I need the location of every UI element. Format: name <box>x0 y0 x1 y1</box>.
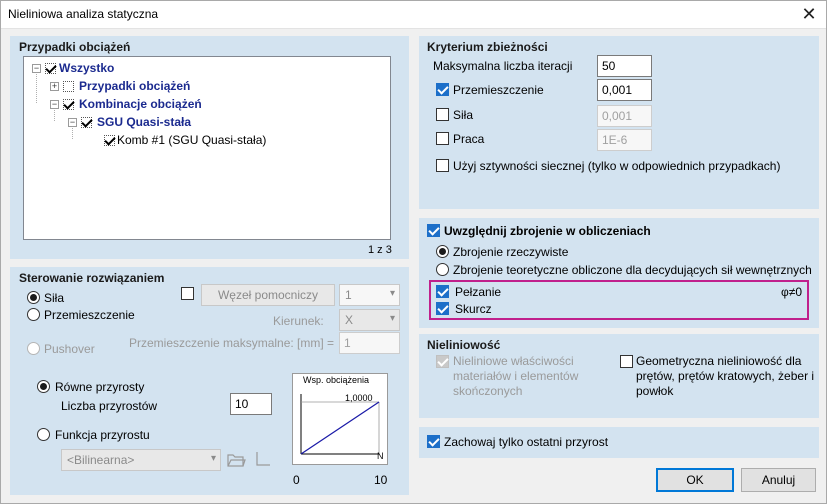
radio-pushover[interactable] <box>27 342 40 355</box>
shrinkage-checkbox[interactable] <box>436 302 449 315</box>
displacement-checkbox[interactable] <box>436 83 449 96</box>
radio-theoretical-reinforcement[interactable] <box>436 263 449 276</box>
nonlinearity-title: Nieliniowość <box>427 338 501 352</box>
collapse-icon[interactable]: − <box>32 64 41 73</box>
tree-checkbox-all[interactable] <box>45 63 56 74</box>
load-cases-title: Przypadki obciążeń <box>19 40 131 54</box>
creep-label: Pełzanie <box>455 285 502 299</box>
window-title: Nieliniowa analiza statyczna <box>8 7 159 21</box>
tree-node-cases: Przypadki obciążeń <box>79 79 191 93</box>
radio-displacement-label: Przemieszczenie <box>44 308 135 322</box>
dialog-window: Nieliniowa analiza statyczna ✕ Przypadki… <box>0 0 827 504</box>
graph-x-unit: N <box>377 451 384 461</box>
function-select[interactable]: <Bilinearna> ▾ <box>61 449 221 471</box>
ok-button[interactable]: OK <box>656 468 734 492</box>
collapse-icon[interactable]: − <box>68 118 77 127</box>
reinforcement-checkbox[interactable] <box>427 224 440 237</box>
tree-node-comb1: Komb #1 (SGU Quasi-stała) <box>117 133 267 147</box>
tree-checkbox-combos[interactable] <box>63 99 74 110</box>
phi-label: φ≠0 <box>781 285 803 299</box>
open-folder-icon[interactable] <box>226 450 246 468</box>
max-disp-input[interactable]: 1 <box>339 332 400 354</box>
load-factor-line <box>300 401 380 455</box>
tree-node-combos: Kombinacje obciążeń <box>79 97 202 111</box>
aux-node-checkbox[interactable] <box>181 287 194 300</box>
geometric-nonlinearity-label: Geometryczna nieliniowość dla prętów, pr… <box>636 354 815 398</box>
radio-increment-function[interactable] <box>37 428 50 441</box>
theoretical-reinforcement-label: Zbrojenie teoretyczne obliczone dla decy… <box>453 263 812 277</box>
tree-checkbox-cases[interactable] <box>63 81 74 92</box>
graph-title: Wsp. obciążenia <box>303 375 370 385</box>
max-iter-input[interactable]: 50 <box>597 55 652 77</box>
max-disp-label: Przemieszczenie maksymalne: [mm] = <box>129 336 335 350</box>
expand-icon[interactable]: + <box>50 82 59 91</box>
work-label: Praca <box>453 132 485 146</box>
max-iter-label: Maksymalna liczba iteracji <box>433 59 573 73</box>
radio-equal-increments[interactable] <box>37 380 50 393</box>
material-nonlinearity-label: Nieliniowe właściwości materiałów i elem… <box>453 354 579 398</box>
title-bar: Nieliniowa analiza statyczna ✕ <box>1 1 826 29</box>
tree-checkbox-comb1[interactable] <box>104 135 115 146</box>
shrinkage-label: Skurcz <box>455 302 492 316</box>
increments-count-label: Liczba przyrostów <box>61 399 158 413</box>
work-input[interactable]: 1E-6 <box>597 129 652 151</box>
keep-last-label: Zachowaj tylko ostatni przyrost <box>444 435 609 449</box>
force-checkbox[interactable] <box>436 108 449 121</box>
graph-plot <box>300 394 380 455</box>
solution-control-title: Sterowanie rozwiązaniem <box>19 271 165 285</box>
cancel-button[interactable]: Anuluj <box>741 468 816 492</box>
displacement-input[interactable]: 0,001 <box>597 79 652 101</box>
graph-ymax: 1,0000 <box>345 393 373 403</box>
graph-x-max: 10 <box>374 473 388 487</box>
radio-force[interactable] <box>27 291 40 304</box>
material-nonlinearity-checkbox[interactable] <box>436 355 449 368</box>
convergence-title: Kryterium zbieżności <box>427 40 548 54</box>
load-cases-tree: − Wszystko + Przypadki obciążeń − Kombin… <box>23 56 391 240</box>
tree-node-sgu: SGU Quasi-stała <box>97 115 192 129</box>
tree-checkbox-sgu[interactable] <box>81 117 92 128</box>
secant-label: Użyj sztywności siecznej (tylko w odpowi… <box>453 159 781 173</box>
secant-checkbox[interactable] <box>436 159 449 172</box>
equal-increments-label: Równe przyrosty <box>55 380 145 394</box>
actual-reinforcement-label: Zbrojenie rzeczywiste <box>453 245 569 259</box>
work-checkbox[interactable] <box>436 132 449 145</box>
radio-pushover-label: Pushover <box>44 342 95 356</box>
direction-label: Kierunek: <box>273 314 324 328</box>
collapse-icon[interactable]: − <box>50 100 59 109</box>
reinforcement-title: Uwzględnij zbrojenie w obliczeniach <box>444 224 651 238</box>
load-factor-graph: Wsp. obciążenia 1,0000 N <box>292 373 388 465</box>
function-graph-icon[interactable] <box>254 450 272 468</box>
radio-force-label: Siła <box>44 291 65 305</box>
aux-node-button[interactable]: Węzeł pomocniczy <box>201 284 335 306</box>
force-label: Siła <box>453 108 474 122</box>
keep-last-checkbox[interactable] <box>427 435 440 448</box>
aux-node-select[interactable]: 1 ▾ <box>339 284 400 306</box>
force-input[interactable]: 0,001 <box>597 105 652 127</box>
radio-actual-reinforcement[interactable] <box>436 245 449 258</box>
load-cases-count: 1 z 3 <box>368 244 392 256</box>
increments-count-input[interactable]: 10 <box>230 393 272 415</box>
direction-select[interactable]: X ▾ <box>339 309 400 331</box>
creep-checkbox[interactable] <box>436 285 449 298</box>
displacement-label: Przemieszczenie <box>453 83 544 97</box>
tree-node-all: Wszystko <box>59 61 115 75</box>
close-icon[interactable]: ✕ <box>798 3 820 25</box>
increment-function-label: Funkcja przyrostu <box>55 428 150 442</box>
radio-displacement[interactable] <box>27 308 40 321</box>
graph-x-min: 0 <box>293 473 300 487</box>
geometric-nonlinearity-checkbox[interactable] <box>620 355 633 368</box>
